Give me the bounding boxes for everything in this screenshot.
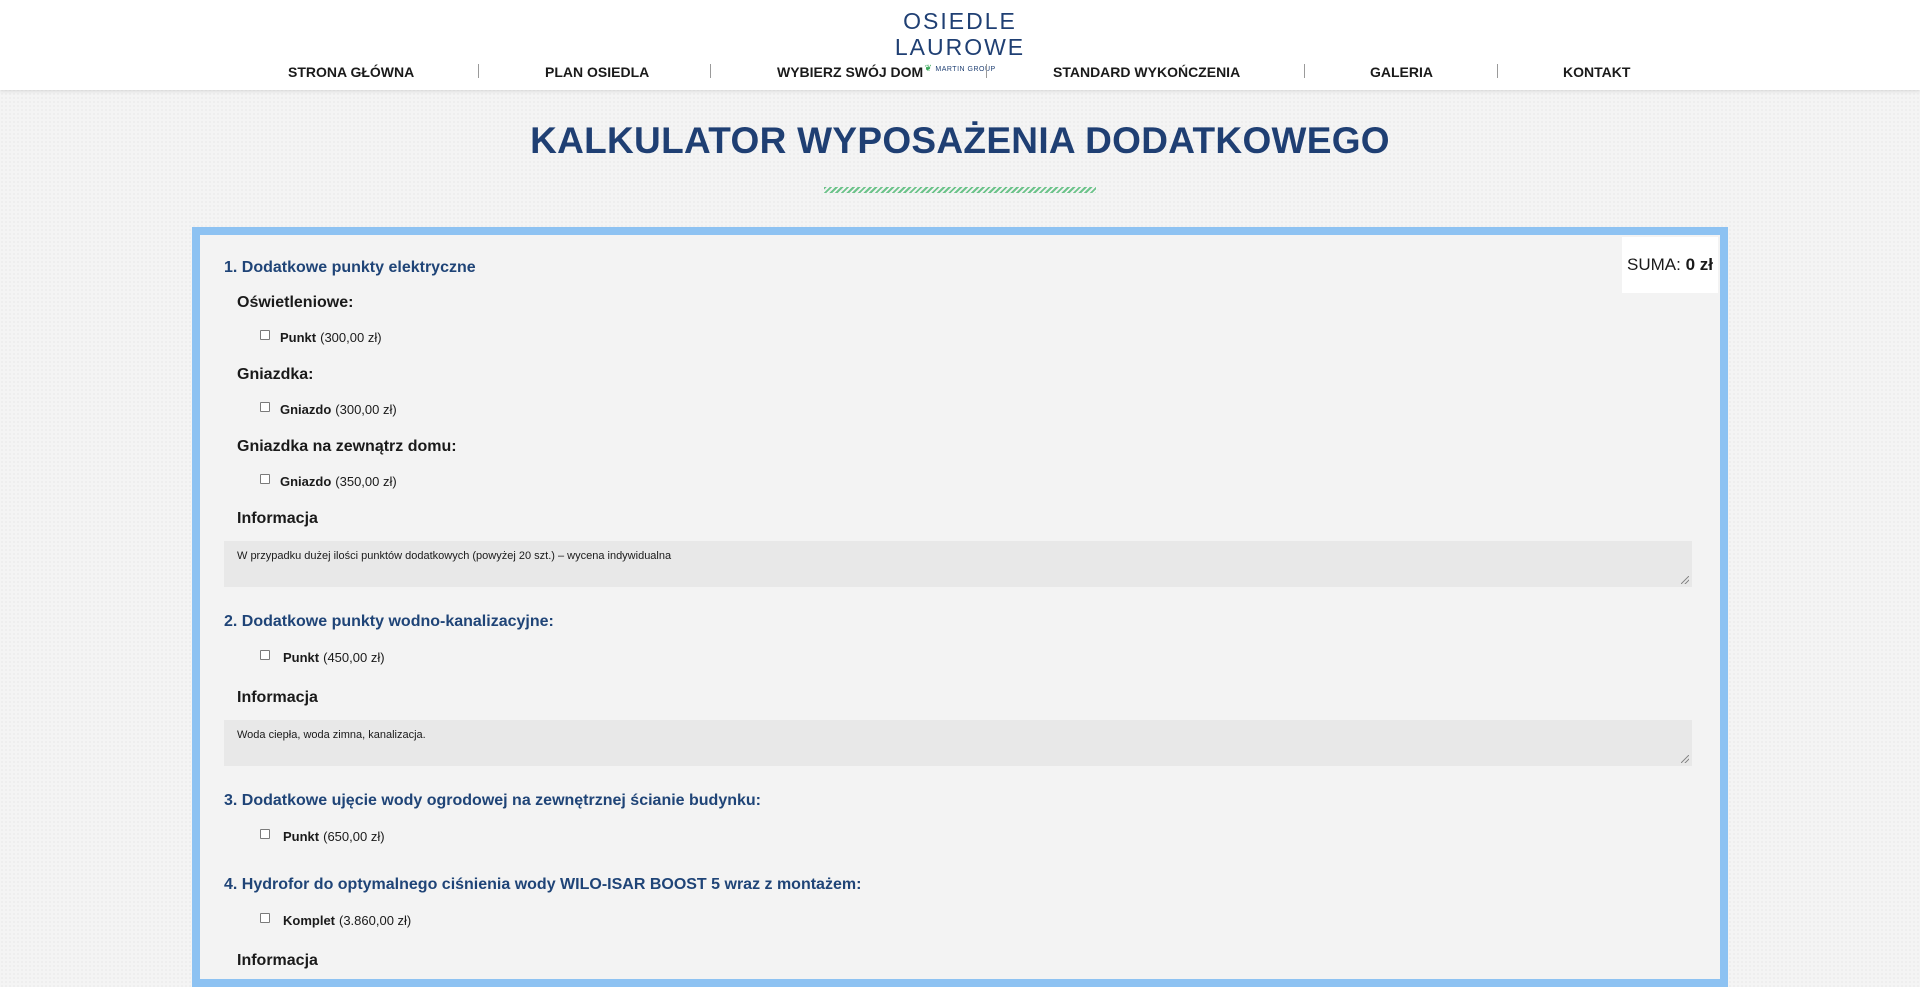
nav-item-home[interactable]: STRONA GŁÓWNA [288, 60, 414, 84]
option-lighting-point[interactable]: Punkt (300,00 zł) [260, 328, 382, 346]
info-textarea-water[interactable]: Woda ciepła, woda zimna, kanalizacja. [224, 720, 1692, 766]
checkbox[interactable] [260, 829, 270, 839]
section-title-water: 2. Dodatkowe punkty wodno-kanalizacyjne: [224, 613, 554, 630]
option-name: Punkt [283, 649, 320, 665]
site-logo[interactable]: OSIEDLE LAUROWE ❦ MARTIN GROUP [850, 8, 1070, 73]
option-hydrofor-set[interactable]: Komplet (3.860,00 zł) [260, 911, 411, 929]
option-name: Gniazdo [280, 473, 332, 489]
site-header: OSIEDLE LAUROWE ❦ MARTIN GROUP STRONA GŁÓ… [0, 0, 1920, 90]
nav-separator [986, 64, 987, 78]
nav-item-choose-house[interactable]: WYBIERZ SWÓJ DOM [777, 60, 923, 84]
nav-item-contact[interactable]: KONTAKT [1563, 60, 1630, 84]
info-textarea-electrical[interactable]: W przypadku dużej ilości punktów dodatko… [224, 541, 1692, 587]
option-name: Gniazdo [280, 401, 332, 417]
calculator-panel: SUMA: 0 zł 1. Dodatkowe punkty elektrycz… [192, 227, 1728, 987]
option-price: (650,00 zł) [323, 828, 385, 844]
option-name: Punkt [280, 329, 317, 345]
option-price: (450,00 zł) [323, 649, 385, 665]
nav-separator [1497, 64, 1498, 78]
checkbox[interactable] [260, 913, 270, 923]
logo-main-text: OSIEDLE LAUROWE [894, 8, 1026, 60]
title-underline-decoration [824, 187, 1096, 193]
main-nav: STRONA GŁÓWNA PLAN OSIEDLA WYBIERZ SWÓJ … [0, 60, 1920, 84]
option-outdoor-socket[interactable]: Gniazdo (350,00 zł) [260, 472, 397, 490]
nav-item-standard[interactable]: STANDARD WYKOŃCZENIA [1053, 60, 1240, 84]
section-title-garden-water: 3. Dodatkowe ujęcie wody ogrodowej na ze… [224, 792, 761, 809]
option-price: (3.860,00 zł) [339, 912, 412, 928]
page-title: KALKULATOR WYPOSAŻENIA DODATKOWEGO [530, 120, 1390, 161]
info-title-hydrofor: Informacja [237, 952, 318, 969]
group-title-lighting: Oświetleniowe: [237, 294, 354, 311]
sum-box: SUMA: 0 zł [1622, 237, 1718, 293]
option-name: Punkt [283, 828, 320, 844]
section-title-hydrofor: 4. Hydrofor do optymalnego ciśnienia wod… [224, 876, 862, 893]
option-price: (300,00 zł) [320, 329, 382, 345]
group-title-outdoor-sockets: Gniazdka na zewnątrz domu: [237, 438, 457, 455]
nav-item-gallery[interactable]: GALERIA [1370, 60, 1433, 84]
nav-separator [710, 64, 711, 78]
option-price: (350,00 zł) [335, 473, 397, 489]
option-water-point[interactable]: Punkt (450,00 zł) [260, 648, 385, 666]
info-title-water: Informacja [237, 689, 318, 706]
checkbox[interactable] [260, 402, 270, 412]
resize-handle-icon[interactable] [1681, 576, 1689, 584]
option-garden-water-point[interactable]: Punkt (650,00 zł) [260, 827, 385, 845]
checkbox[interactable] [260, 474, 270, 484]
sum-label: SUMA: [1627, 255, 1681, 274]
info-text: Woda ciepła, woda zimna, kanalizacja. [237, 729, 426, 741]
option-socket[interactable]: Gniazdo (300,00 zł) [260, 400, 397, 418]
nav-item-plan[interactable]: PLAN OSIEDLA [545, 60, 649, 84]
sum-value: 0 zł [1685, 255, 1713, 274]
checkbox[interactable] [260, 650, 270, 660]
nav-separator [1304, 64, 1305, 78]
nav-separator [478, 64, 479, 78]
resize-handle-icon[interactable] [1681, 755, 1689, 763]
section-title-electrical: 1. Dodatkowe punkty elektryczne [224, 259, 476, 276]
info-title-electrical: Informacja [237, 510, 318, 527]
checkbox[interactable] [260, 330, 270, 340]
group-title-sockets: Gniazdka: [237, 366, 314, 383]
option-price: (300,00 zł) [335, 401, 397, 417]
info-text: W przypadku dużej ilości punktów dodatko… [237, 550, 672, 562]
option-name: Komplet [283, 912, 335, 928]
